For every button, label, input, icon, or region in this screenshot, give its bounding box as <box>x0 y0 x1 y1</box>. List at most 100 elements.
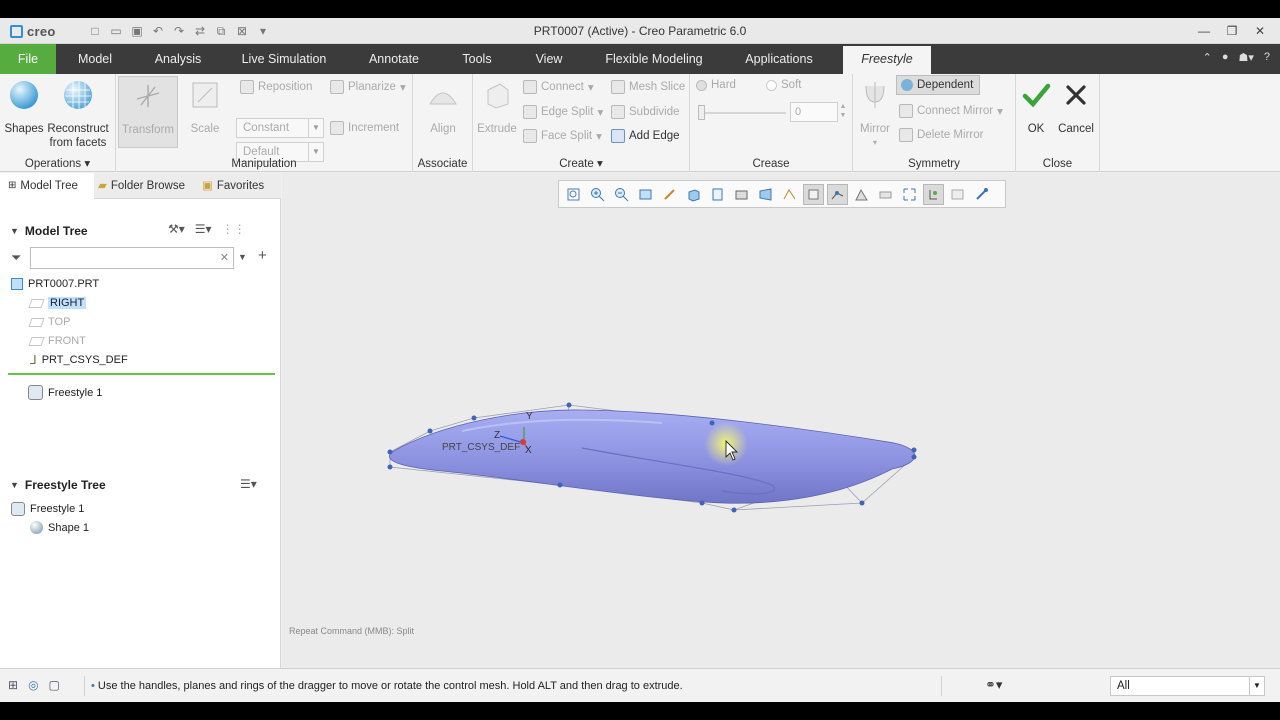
mirror-label: Mirror <box>859 123 891 135</box>
tree-item-front-plane[interactable]: FRONT <box>28 335 86 347</box>
delete-mirror-icon <box>899 128 913 142</box>
user-icon[interactable]: ● <box>1222 51 1229 64</box>
hard-radio[interactable]: Hard <box>696 74 736 96</box>
extrude-button[interactable]: Extrude <box>466 76 528 136</box>
add-icon[interactable]: + <box>258 247 267 264</box>
increment-button[interactable]: Increment <box>330 117 399 139</box>
tree-item-freestyle[interactable]: Freestyle 1 <box>28 385 102 400</box>
undo-icon[interactable]: ↶ <box>149 22 167 40</box>
customize-qat-icon[interactable]: ▾ <box>254 22 272 40</box>
dependent-label: Dependent <box>917 79 974 91</box>
close-icon[interactable]: ✕ <box>1248 21 1272 41</box>
freestyle-tree-header[interactable]: ▼ Freestyle Tree <box>10 478 106 492</box>
brand-name: creo <box>27 24 56 39</box>
tab-live-simulation[interactable]: Live Simulation <box>232 44 336 74</box>
tree-item-csys[interactable]: ⅃ PRT_CSYS_DEF <box>30 353 128 367</box>
navigator-toggle-icon[interactable]: ⊞ <box>8 678 18 692</box>
constant-value: Constant <box>243 122 290 134</box>
transform-button[interactable]: Transform <box>118 76 178 148</box>
tab-annotate[interactable]: Annotate <box>356 44 432 74</box>
collapse-triangle-icon: ▼ <box>10 480 19 490</box>
tab-view[interactable]: View <box>524 44 574 74</box>
dependent-button[interactable]: Dependent <box>896 75 981 95</box>
tab-file[interactable]: File <box>0 44 56 74</box>
ribbon-panel: Shapes Reconstruct from facets Operation… <box>0 74 1280 172</box>
tree-item-top-plane[interactable]: TOP <box>28 316 70 328</box>
slider-thumb[interactable] <box>698 105 705 120</box>
find-binoculars-icon[interactable]: ⚭▾ <box>985 677 1002 693</box>
search-options-chevron-icon[interactable]: ▼ <box>238 252 247 262</box>
edge-split-button[interactable]: Edge Split ▾ <box>523 101 603 123</box>
tree-item-shape[interactable]: Shape 1 <box>30 521 89 534</box>
save-icon[interactable]: ▣ <box>128 22 146 40</box>
planarize-button[interactable]: Planarize ▾ <box>330 76 406 98</box>
crease-slider[interactable] <box>698 105 786 120</box>
filter-funnel-icon[interactable]: ⏷ <box>11 250 21 266</box>
freestyle-model[interactable]: Y Z X PRT_CSYS_DEF <box>282 173 1280 668</box>
close-window-icon[interactable]: ⊠ <box>233 22 251 40</box>
model-tree-toolbar: ⚒▾ ☰▾ ⋮⋮ <box>168 222 246 236</box>
crease-value-field[interactable]: 0 <box>790 102 838 122</box>
freestyle-tree-options-icon[interactable]: ☰▾ <box>240 477 257 491</box>
connect-mirror-icon <box>899 104 913 118</box>
radio-icon <box>766 79 777 91</box>
scale-button[interactable]: Scale <box>180 76 230 136</box>
connect-mirror-button[interactable]: Connect Mirror ▾ <box>899 100 1003 122</box>
collapse-ribbon-icon[interactable]: ⌃ <box>1203 51 1212 64</box>
show-icon[interactable]: ☰▾ <box>195 222 212 236</box>
minimize-icon[interactable]: — <box>1192 21 1216 41</box>
close-group: OK Cancel Close <box>1016 74 1100 172</box>
tab-analysis[interactable]: Analysis <box>142 44 214 74</box>
delete-mirror-button[interactable]: Delete Mirror <box>899 124 983 146</box>
mesh-slice-icon <box>611 80 625 94</box>
windows-icon[interactable]: ⧉ <box>212 22 230 40</box>
face-split-button[interactable]: Face Split ▾ <box>523 125 602 147</box>
insert-here-marker[interactable] <box>8 373 275 375</box>
fullscreen-icon[interactable]: ▢ <box>49 678 60 692</box>
connect-label: Connect <box>541 81 584 93</box>
graphics-viewport[interactable]: Y Z X PRT_CSYS_DEF Repeat Command (MMB):… <box>282 173 1280 668</box>
settings-hammer-icon[interactable]: ⚒▾ <box>168 222 185 236</box>
learning-icon[interactable]: ☗▾ <box>1238 51 1253 64</box>
tree-filter-icon[interactable]: ⋮⋮ <box>222 222 246 236</box>
selection-filter-dropdown[interactable]: All ▼ <box>1110 676 1265 696</box>
tab-tools[interactable]: Tools <box>450 44 504 74</box>
tab-folder-browser[interactable]: ▰ Folder Browse <box>98 173 194 199</box>
open-file-icon[interactable]: ▭ <box>107 22 125 40</box>
tab-favorites[interactable]: ▣ Favorites <box>202 173 278 199</box>
sphere-icon <box>10 81 38 109</box>
redo-icon[interactable]: ↷ <box>170 22 188 40</box>
align-button[interactable]: Align <box>412 76 474 136</box>
model-tree-header[interactable]: ▼ Model Tree <box>10 224 88 238</box>
browser-toggle-icon[interactable]: ◎ <box>28 678 38 692</box>
help-icon[interactable]: ? <box>1264 51 1270 64</box>
tree-item-freestyle-root[interactable]: Freestyle 1 <box>11 502 84 516</box>
tab-model[interactable]: Model <box>62 44 128 74</box>
connect-button[interactable]: Connect ▾ <box>523 76 594 98</box>
reposition-button[interactable]: Reposition <box>240 76 312 98</box>
soft-radio[interactable]: Soft <box>766 74 801 96</box>
face-split-label: Face Split <box>541 130 593 142</box>
regenerate-icon[interactable]: ⇄ <box>191 22 209 40</box>
subdivide-button[interactable]: Subdivide <box>611 101 680 123</box>
create-group-label[interactable]: Create ▾ <box>473 156 689 170</box>
add-edge-button[interactable]: Add Edge <box>611 125 680 147</box>
mesh-slice-button[interactable]: Mesh Slice <box>611 76 685 98</box>
tree-item-right-plane[interactable]: RIGHT <box>28 297 87 309</box>
tab-applications[interactable]: Applications <box>734 44 824 74</box>
constant-dropdown[interactable]: Constant ▼ <box>236 118 324 138</box>
model-tree-search-input[interactable]: ✕ <box>30 247 234 269</box>
restore-icon[interactable]: ❐ <box>1220 21 1244 41</box>
cancel-button[interactable]: Cancel <box>1046 76 1106 136</box>
chevron-down-icon: ▼ <box>308 119 323 137</box>
tab-freestyle[interactable]: Freestyle <box>843 46 931 74</box>
manipulation-group: Transform Scale Reposition Planarize ▾ C… <box>116 74 413 172</box>
reconstruct-button[interactable]: Reconstruct from facets <box>47 76 109 150</box>
tab-model-tree[interactable]: ⊞ Model Tree <box>0 173 94 199</box>
new-file-icon[interactable]: □ <box>86 22 104 40</box>
tree-item-part[interactable]: PRT0007.PRT <box>11 278 99 290</box>
edge-split-label: Edge Split <box>541 106 594 118</box>
tab-flexible-modeling[interactable]: Flexible Modeling <box>594 44 714 74</box>
operations-group-label[interactable]: Operations ▾ <box>0 156 115 170</box>
clear-search-icon[interactable]: ✕ <box>220 251 229 264</box>
